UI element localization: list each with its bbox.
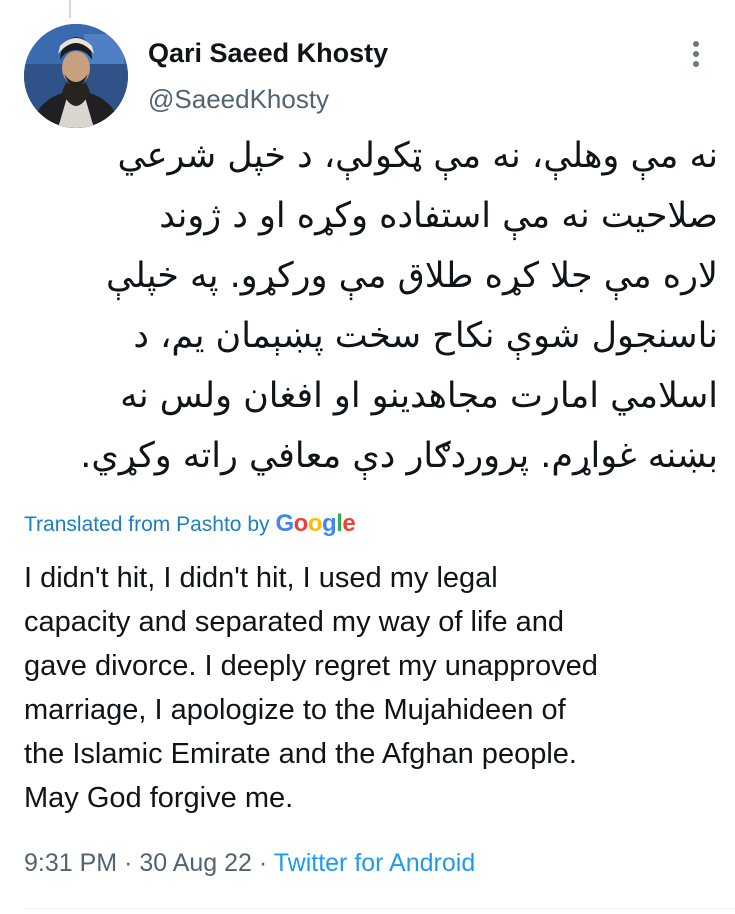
translation-line: capacity and separated my way of life an… <box>24 606 565 638</box>
more-vertical-icon[interactable] <box>684 38 708 72</box>
translation-line: marriage, I apologize to the Mujahideen … <box>24 694 566 726</box>
tweet-time[interactable]: 9:31 PM <box>24 849 117 877</box>
more-dot-icon <box>693 61 699 67</box>
tweet-metadata: 9:31 PM · 30 Aug 22 · Twitter for Androi… <box>24 849 475 878</box>
thread-connector-line <box>69 0 71 18</box>
translation-line: the Islamic Emirate and the Afghan peopl… <box>24 738 577 770</box>
divider <box>24 908 735 909</box>
translated-label: Translated from Pashto by <box>24 513 270 536</box>
google-logo: Google <box>275 510 356 537</box>
author-display-name[interactable]: Qari Saeed Khosty <box>148 38 388 69</box>
avatar[interactable] <box>24 24 128 128</box>
translation-line: I didn't hit, I didn't hit, I used my le… <box>24 562 498 594</box>
profile-photo <box>24 24 128 128</box>
original-text-line: نه مې وهلې، نه مې ټکولې، د خپل شرعي <box>117 136 718 176</box>
meta-separator: · <box>258 849 268 877</box>
translation-line: May God forgive me. <box>24 782 294 814</box>
author-handle[interactable]: @SaeedKhosty <box>148 84 329 115</box>
meta-separator: · <box>124 849 133 877</box>
more-dot-icon <box>693 41 699 47</box>
tweet-translation-text: I didn't hit, I didn't hit, I used my le… <box>24 556 724 820</box>
original-text-line: ناسنجول شوې نکاح سخت پښېمان یم، د <box>133 316 718 356</box>
tweet-original-text: نه مې وهلې، نه مې ټکولې، د خپل شرعي صلاح… <box>24 126 718 486</box>
tweet-date[interactable]: 30 Aug 22 <box>139 849 252 877</box>
original-text-line: اسلامي امارت مجاهدینو او افغان ولس نه <box>120 376 718 416</box>
translated-from-link[interactable]: Translated from Pashto by Google <box>24 510 356 538</box>
original-text-line: بښنه غواړم. پروردګار دې معافي راته وکړي. <box>80 436 718 476</box>
more-dot-icon <box>693 51 699 57</box>
translation-line: gave divorce. I deeply regret my unappro… <box>24 650 598 682</box>
original-text-line: صلاحیت نه مې استفاده وکړه او د ژوند <box>159 196 718 236</box>
original-text-line: لاره مې جلا کړه طلاق مې ورکړو. په خپلې <box>105 256 718 296</box>
tweet-source-link[interactable]: Twitter for Android <box>274 849 475 877</box>
